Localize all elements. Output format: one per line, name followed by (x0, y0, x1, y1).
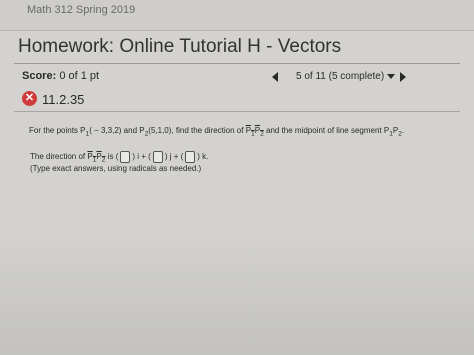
question-selector[interactable]: 5 of 11 (5 complete) (296, 71, 396, 82)
answer-j-input[interactable] (152, 151, 163, 163)
score: Score: 0 of 1 pt (22, 70, 99, 82)
previous-question-button[interactable] (272, 72, 278, 82)
point-p2-coords: (5,1,0), (148, 126, 174, 135)
question-end: and the midpoint of line segment P (263, 126, 390, 135)
answer-j-label: j + (169, 152, 179, 162)
answer-vector-p1p2: P1P2 (87, 152, 106, 164)
course-bar: Math 312 Spring 2019 (0, 0, 474, 31)
question-divider (14, 111, 460, 112)
title-divider (14, 63, 460, 64)
question-period: . (401, 126, 405, 135)
answer-row: The direction of P1P2 is () i + () j + (… (30, 151, 209, 164)
screen-shadow (0, 230, 474, 355)
vector-p1p2: P1P2 (245, 126, 264, 138)
answer-i-label: i + (137, 152, 146, 162)
course-name: Math 312 Spring 2019 (27, 4, 136, 16)
score-label: Score: (22, 70, 57, 82)
point-p1-coords: ( − 3,3,2) (89, 126, 122, 135)
answer-is: is (107, 152, 114, 162)
answer-hint: (Type exact answers, using radicals as n… (30, 164, 202, 173)
triangle-left-icon (272, 72, 278, 82)
question-prefix: For the points (29, 126, 78, 135)
question-number: 11.2.35 (42, 92, 85, 107)
incorrect-x-icon: ✕ (22, 91, 37, 106)
answer-i-input[interactable] (120, 151, 131, 163)
question-mid: find the direction of (173, 126, 246, 135)
triangle-right-icon (400, 72, 406, 82)
score-value: 0 of 1 pt (59, 70, 100, 82)
chevron-down-icon (387, 73, 396, 79)
page-title: Homework: Online Tutorial H - Vectors (18, 36, 342, 57)
answer-prefix: The direction of (30, 152, 86, 162)
answer-k-input[interactable] (185, 151, 196, 163)
progress-text: 5 of 11 (5 complete) (296, 71, 385, 82)
question-and: and (121, 126, 140, 135)
answer-k-label: k. (202, 152, 209, 162)
question-text: For the points P1( − 3,3,2) and P2(5,1,0… (29, 126, 404, 138)
next-question-button[interactable] (400, 72, 406, 82)
